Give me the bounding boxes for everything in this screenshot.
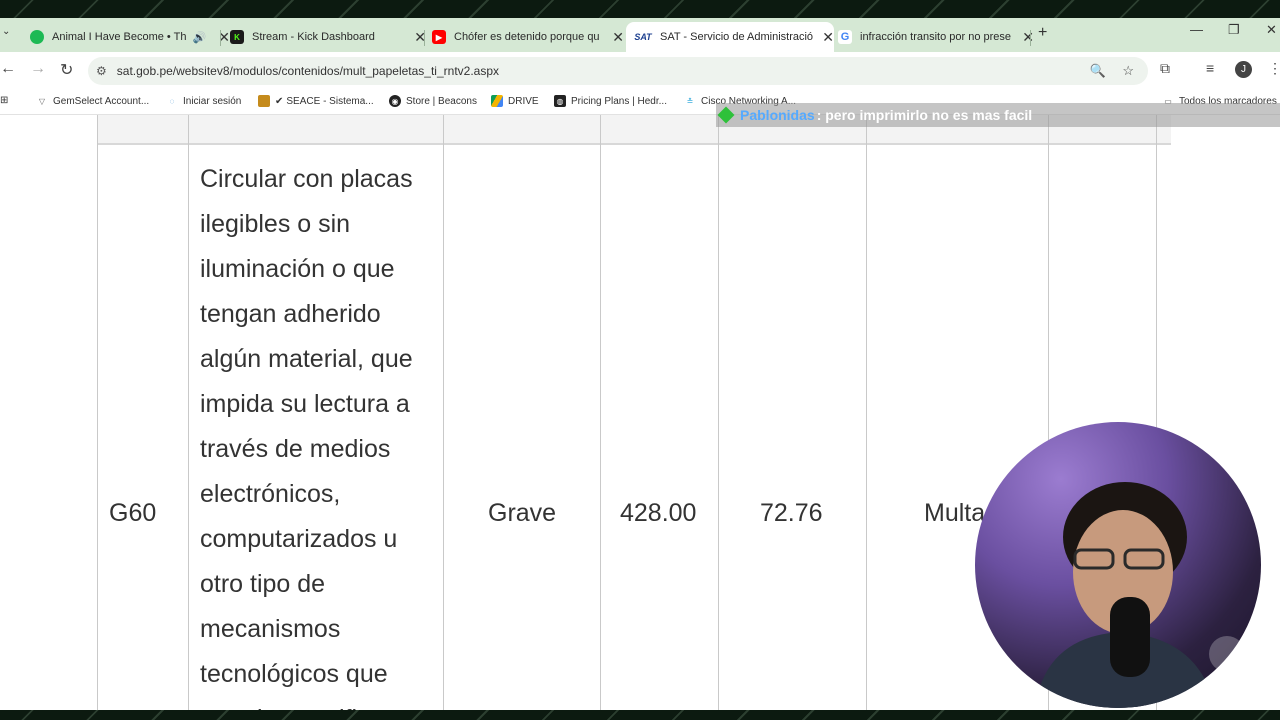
tab-separator	[220, 30, 221, 46]
google-icon: G	[838, 30, 852, 44]
tab-separator	[424, 30, 425, 46]
chat-overlay: Pablonidas : pero imprimirlo no es mas f…	[716, 103, 1280, 127]
description-line: tecnológicos que	[200, 660, 388, 688]
seace-icon	[258, 95, 270, 107]
check-icon: ✔	[275, 95, 284, 107]
beacons-icon: ◉	[389, 95, 401, 107]
bookmark-beacons[interactable]: ◉ Store | Beacons	[389, 95, 477, 107]
menu-icon[interactable]: ⋮	[1268, 60, 1280, 77]
extensions-icon[interactable]: ⧉	[1160, 60, 1170, 77]
description-line: impida su lectura a	[200, 390, 410, 418]
gem-icon: ▽	[38, 96, 46, 106]
bottom-decorative-stripe	[0, 710, 1280, 720]
minimize-icon[interactable]: —	[1190, 22, 1203, 37]
tab-separator	[1030, 30, 1031, 46]
table-border	[718, 115, 719, 710]
description-line: iluminación o que	[200, 255, 395, 283]
back-icon[interactable]: ←	[0, 60, 16, 78]
tab-kick[interactable]: K Stream - Kick Dashboard ✕	[222, 22, 426, 52]
webcam-overlay	[975, 422, 1261, 708]
description-line: mecanismos	[200, 615, 341, 643]
new-tab-button[interactable]: +	[1038, 24, 1047, 42]
table-border	[600, 115, 601, 710]
zoom-icon[interactable]: 🔍	[1090, 63, 1106, 79]
drive-icon	[491, 95, 503, 107]
table-border	[97, 115, 98, 710]
kick-icon: K	[230, 30, 244, 44]
description-line: través de medios	[200, 435, 391, 463]
bookmark-iniciar-sesion[interactable]: ◌ Iniciar sesión	[166, 95, 242, 107]
speaker-icon[interactable]: 🔊	[193, 31, 207, 44]
apps-grid-icon[interactable]: ⊞	[0, 95, 8, 106]
sat-icon: SAT	[634, 32, 652, 42]
tab-spotify[interactable]: Animal I Have Become • Th 🔊 ✕	[20, 22, 230, 52]
avatar[interactable]: J	[1235, 61, 1252, 78]
description-line: computarizados u	[200, 525, 398, 553]
tab-search-icon[interactable]: ⌄	[2, 26, 10, 37]
forward-icon[interactable]: →	[30, 60, 46, 78]
restore-icon[interactable]: ❐	[1228, 22, 1240, 38]
login-icon: ◌	[169, 96, 175, 106]
description-line: tengan adherido	[200, 300, 381, 328]
media-controls-icon[interactable]: ≡	[1206, 60, 1214, 76]
top-decorative-stripe	[0, 0, 1280, 18]
table-border	[866, 115, 867, 710]
bookmark-pricing-plans[interactable]: ◍ Pricing Plans | Hedr...	[554, 95, 667, 107]
chat-message: : pero imprimirlo no es mas facil	[816, 107, 1033, 123]
tab-google[interactable]: G infracción transito por no prese ✕	[832, 22, 1034, 52]
description-line: permitan verific	[200, 697, 440, 710]
sanction: Multa	[924, 499, 986, 527]
reload-icon[interactable]: ↻	[60, 60, 73, 80]
table-border	[443, 115, 444, 710]
close-window-icon[interactable]: ✕	[1266, 22, 1277, 38]
severity: Grave	[488, 499, 557, 527]
table-border	[188, 115, 189, 710]
description-line: electrónicos,	[200, 480, 341, 508]
uit-percent: 72.76	[760, 499, 823, 527]
hedra-icon: ◍	[554, 95, 566, 107]
toolbar: ← → ↻ ⚙ sat.gob.pe/websitev8/modulos/con…	[0, 52, 1280, 90]
bookmark-seace[interactable]: ✔ SEACE - Sistema...	[258, 95, 374, 107]
chat-username: Pablonidas	[740, 107, 815, 123]
close-tab-icon[interactable]: ✕	[1022, 29, 1034, 46]
tab-youtube[interactable]: ▶ Chófer es detenido porque qu ✕	[426, 22, 624, 52]
fine-amount: 428.00	[620, 499, 697, 527]
streamer-silhouette	[1035, 482, 1245, 708]
bookmark-drive[interactable]: DRIVE	[491, 95, 539, 107]
bookmark-gemselect[interactable]: ▽ GemSelect Account...	[36, 95, 149, 107]
infraction-code: G60	[109, 499, 157, 527]
youtube-icon: ▶	[432, 30, 446, 44]
table-header-divider	[97, 143, 1171, 145]
spotify-icon	[30, 30, 44, 44]
address-bar[interactable]: ⚙ sat.gob.pe/websitev8/modulos/contenido…	[88, 57, 1148, 85]
close-tab-icon[interactable]: ✕	[612, 29, 624, 46]
infraction-description: Circular con placas ilegibles o sin ilum…	[200, 157, 440, 710]
bookmark-star-icon[interactable]: ☆	[1122, 63, 1134, 79]
description-line: algún material, que	[200, 345, 413, 373]
site-settings-icon[interactable]: ⚙	[96, 64, 107, 78]
description-line: ilegibles o sin	[200, 210, 351, 238]
tab-sat[interactable]: SAT SAT - Servicio de Administració ✕	[626, 22, 834, 52]
cisco-icon: ≛	[686, 96, 694, 106]
tab-strip: ⌄ Animal I Have Become • Th 🔊 ✕ K Stream…	[0, 18, 1280, 52]
gem-badge-icon	[717, 106, 735, 124]
description-line: otro tipo de	[200, 570, 326, 598]
description-line: Circular con placas	[200, 165, 413, 193]
url-text: sat.gob.pe/websitev8/modulos/contenidos/…	[116, 64, 500, 78]
